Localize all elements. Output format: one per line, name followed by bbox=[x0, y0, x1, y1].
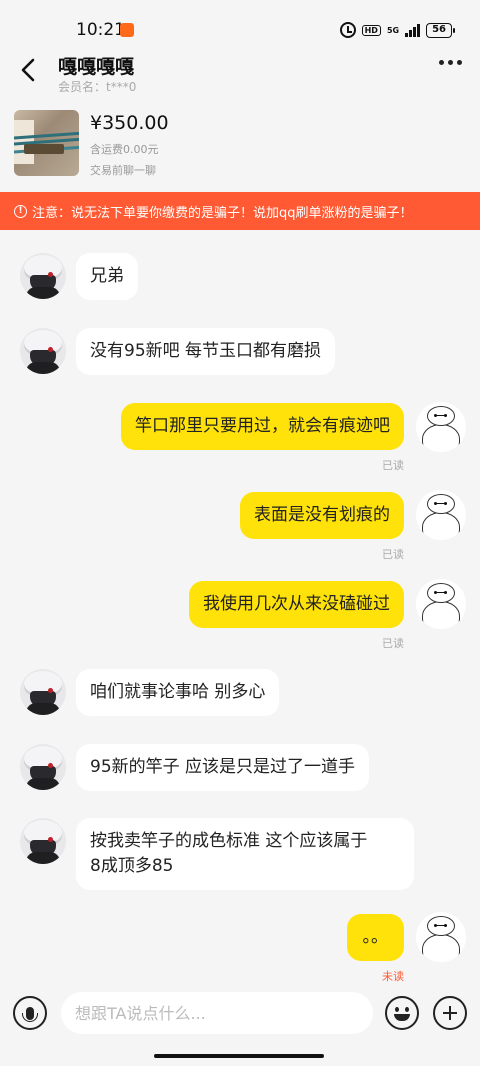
message-bubble-incoming[interactable]: 兄弟 bbox=[76, 253, 138, 300]
status-indicators: HD 5G 56 bbox=[339, 22, 455, 38]
read-status: 已读 bbox=[382, 459, 404, 472]
more-options-button[interactable] bbox=[439, 60, 462, 65]
peer-avatar[interactable] bbox=[20, 253, 66, 299]
more-dot-icon bbox=[439, 60, 444, 65]
self-avatar[interactable] bbox=[416, 402, 466, 452]
alarm-icon bbox=[339, 22, 356, 38]
back-button[interactable] bbox=[14, 54, 42, 86]
unread-status: 未读 bbox=[382, 970, 404, 983]
message-bubble-incoming[interactable]: 按我卖竿子的成色标准 这个应该属于 8成顶多85 bbox=[76, 818, 414, 890]
scam-warning-banner: ! 注意：说无法下单要你缴费的是骗子！说加qq刷单涨粉的是骗子！ bbox=[0, 192, 480, 230]
app-notification-icon bbox=[120, 23, 134, 37]
peer-avatar[interactable] bbox=[20, 744, 66, 790]
self-avatar[interactable] bbox=[416, 490, 466, 540]
more-actions-button[interactable] bbox=[433, 996, 467, 1030]
message-bubble-incoming[interactable]: 没有95新吧 每节玉口都有磨损 bbox=[76, 328, 336, 375]
hd-icon: HD bbox=[361, 24, 381, 36]
message-bubble-outgoing[interactable]: 表面是没有划痕的 bbox=[240, 492, 404, 539]
self-avatar[interactable] bbox=[416, 579, 466, 629]
battery-icon: 56 bbox=[426, 22, 455, 38]
emoji-button[interactable] bbox=[385, 996, 419, 1030]
warning-text: 注意：说无法下单要你缴费的是骗子！说加qq刷单涨粉的是骗子！ bbox=[32, 205, 413, 221]
message-line: 按我卖竿子的成色标准 这个应该属于 bbox=[90, 831, 368, 851]
message-input[interactable] bbox=[61, 992, 373, 1034]
message-bubble-incoming[interactable]: 95新的竿子 应该是只是过了一道手 bbox=[76, 744, 370, 791]
message-bubble-outgoing[interactable]: 。。 bbox=[346, 914, 404, 961]
peer-avatar[interactable] bbox=[20, 328, 66, 374]
network-label: 5G bbox=[386, 25, 400, 35]
more-dot-icon bbox=[457, 60, 462, 65]
read-status: 已读 bbox=[382, 637, 404, 650]
message-bubble-outgoing[interactable]: 我使用几次从来没磕碰过 bbox=[189, 581, 404, 628]
member-name: 会员名：t***0 bbox=[58, 80, 137, 94]
status-time: 10:21 bbox=[76, 20, 125, 40]
message-line: 8成顶多85 bbox=[90, 856, 174, 876]
microphone-icon bbox=[22, 1006, 38, 1022]
product-card[interactable]: ¥350.00 含运费0.00元 交易前聊一聊 bbox=[14, 110, 466, 180]
chevron-left-icon bbox=[21, 58, 35, 82]
peer-name[interactable]: 嘎嘎嘎嘎 bbox=[58, 52, 134, 79]
message-bubble-incoming[interactable]: 咱们就事论事哈 别多心 bbox=[76, 669, 280, 716]
message-bubble-outgoing[interactable]: 竿口那里只要用过，就会有痕迹吧 bbox=[121, 403, 404, 450]
alert-icon: ! bbox=[14, 204, 27, 218]
more-dot-icon bbox=[448, 60, 453, 65]
voice-input-button[interactable] bbox=[13, 996, 47, 1030]
product-price: ¥350.00 bbox=[90, 112, 169, 134]
product-thumbnail[interactable] bbox=[14, 110, 79, 176]
shipping-fee: 含运费0.00元 bbox=[90, 143, 159, 156]
read-status: 已读 bbox=[382, 548, 404, 561]
home-indicator[interactable] bbox=[154, 1054, 324, 1058]
chat-first-note: 交易前聊一聊 bbox=[90, 164, 156, 177]
chat-header: 嘎嘎嘎嘎 会员名：t***0 bbox=[0, 44, 480, 98]
peer-avatar[interactable] bbox=[20, 669, 66, 715]
input-bar bbox=[0, 985, 480, 1045]
signal-icon bbox=[405, 23, 421, 37]
peer-avatar[interactable] bbox=[20, 818, 66, 864]
self-avatar[interactable] bbox=[416, 912, 466, 962]
